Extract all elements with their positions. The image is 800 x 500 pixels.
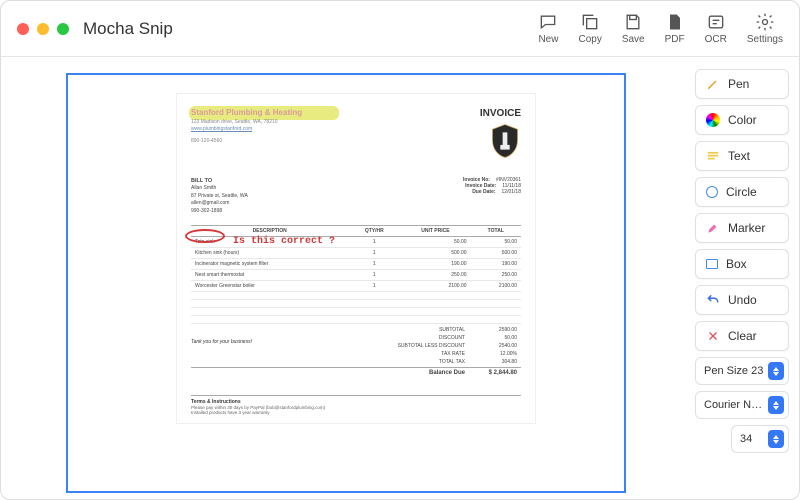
minimize-window-button[interactable] xyxy=(37,23,49,35)
save-icon xyxy=(623,12,643,32)
circle-tool-button[interactable]: Circle xyxy=(695,177,789,207)
company-website: www.plumbingstanford.com xyxy=(191,126,302,132)
clear-icon xyxy=(706,329,720,343)
box-tool-button[interactable]: Box xyxy=(695,249,789,279)
stepper-icon[interactable] xyxy=(768,396,784,414)
table-row: Kitchen sink (hours)1500.00500.00 xyxy=(191,248,521,259)
bill-to-label: BILL TO xyxy=(191,177,248,185)
ocr-icon xyxy=(706,12,726,32)
terms-block: Terms & Instructions Please pay within 3… xyxy=(191,395,521,415)
totals-block: SUBTOTAL2590.00 DISCOUNT50.00 SUBTOTAL L… xyxy=(191,326,521,377)
clear-button[interactable]: Clear xyxy=(695,321,789,351)
canvas[interactable]: Is this correct ? Stanford Plumbing & He… xyxy=(66,73,626,493)
new-button[interactable]: New xyxy=(538,12,558,45)
font-family-select[interactable]: Courier N… xyxy=(695,391,789,419)
canvas-wrapper: Is this correct ? Stanford Plumbing & He… xyxy=(1,57,691,499)
save-button[interactable]: Save xyxy=(622,12,645,45)
copy-icon xyxy=(580,12,600,32)
pen-size-select[interactable]: Pen Size 23 xyxy=(695,357,789,385)
bill-to-email: allen@gmail.com xyxy=(191,200,248,208)
marker-icon xyxy=(706,221,720,235)
top-toolbar: New Copy Save PDF OCR Settings xyxy=(538,12,783,45)
box-icon xyxy=(706,259,718,269)
text-icon xyxy=(706,149,720,163)
titlebar: Mocha Snip New Copy Save PDF OCR Setting… xyxy=(1,1,799,57)
company-logo-shield-icon xyxy=(489,123,521,159)
zoom-window-button[interactable] xyxy=(57,23,69,35)
document-icon xyxy=(665,12,685,32)
close-window-button[interactable] xyxy=(17,23,29,35)
font-size-select[interactable]: 34 xyxy=(731,425,789,453)
settings-button[interactable]: Settings xyxy=(747,12,783,45)
bill-to-phone: 990-302-1898 xyxy=(191,208,248,216)
color-tool-button[interactable]: Color xyxy=(695,105,789,135)
company-name: Stanford Plumbing & Heating xyxy=(191,108,302,117)
table-row: Worcester Greenstar boiler12100.002100.0… xyxy=(191,281,521,292)
stepper-icon[interactable] xyxy=(768,362,784,380)
main-area: Is this correct ? Stanford Plumbing & He… xyxy=(1,57,799,499)
gear-icon xyxy=(755,12,775,32)
pen-tool-button[interactable]: Pen xyxy=(695,69,789,99)
pen-icon xyxy=(706,77,720,91)
thank-you-note: Tank you for your business! xyxy=(191,339,252,345)
ocr-button[interactable]: OCR xyxy=(705,12,727,45)
invoice-document: Is this correct ? Stanford Plumbing & He… xyxy=(176,93,536,424)
table-row: Nest smart thermostat1250.00250.00 xyxy=(191,270,521,281)
text-annotation[interactable]: Is this correct ? xyxy=(233,236,335,247)
window-controls xyxy=(17,23,69,35)
stepper-icon[interactable] xyxy=(768,430,784,448)
undo-icon xyxy=(706,293,720,307)
circle-icon xyxy=(706,186,718,198)
color-wheel-icon xyxy=(706,113,720,127)
undo-button[interactable]: Undo xyxy=(695,285,789,315)
tool-sidebar: Pen Color Text Circle Marker Box Undo C xyxy=(691,57,799,499)
company-phone: 890-120-4560 xyxy=(191,138,302,144)
table-row: Incinerator magnetic system filter1190.0… xyxy=(191,259,521,270)
invoice-title: INVOICE xyxy=(480,108,521,119)
oval-annotation[interactable] xyxy=(185,229,225,243)
chat-bubble-icon xyxy=(538,12,558,32)
pdf-button[interactable]: PDF xyxy=(665,12,685,45)
bill-to-name: Allan Smith xyxy=(191,185,248,193)
bill-to-address: 87 Private st, Seattle, WA xyxy=(191,193,248,201)
company-address: 123 Madison drive, Seattle, WA, 78210 xyxy=(191,119,302,125)
text-tool-button[interactable]: Text xyxy=(695,141,789,171)
marker-tool-button[interactable]: Marker xyxy=(695,213,789,243)
copy-button[interactable]: Copy xyxy=(578,12,601,45)
app-title: Mocha Snip xyxy=(83,19,173,39)
